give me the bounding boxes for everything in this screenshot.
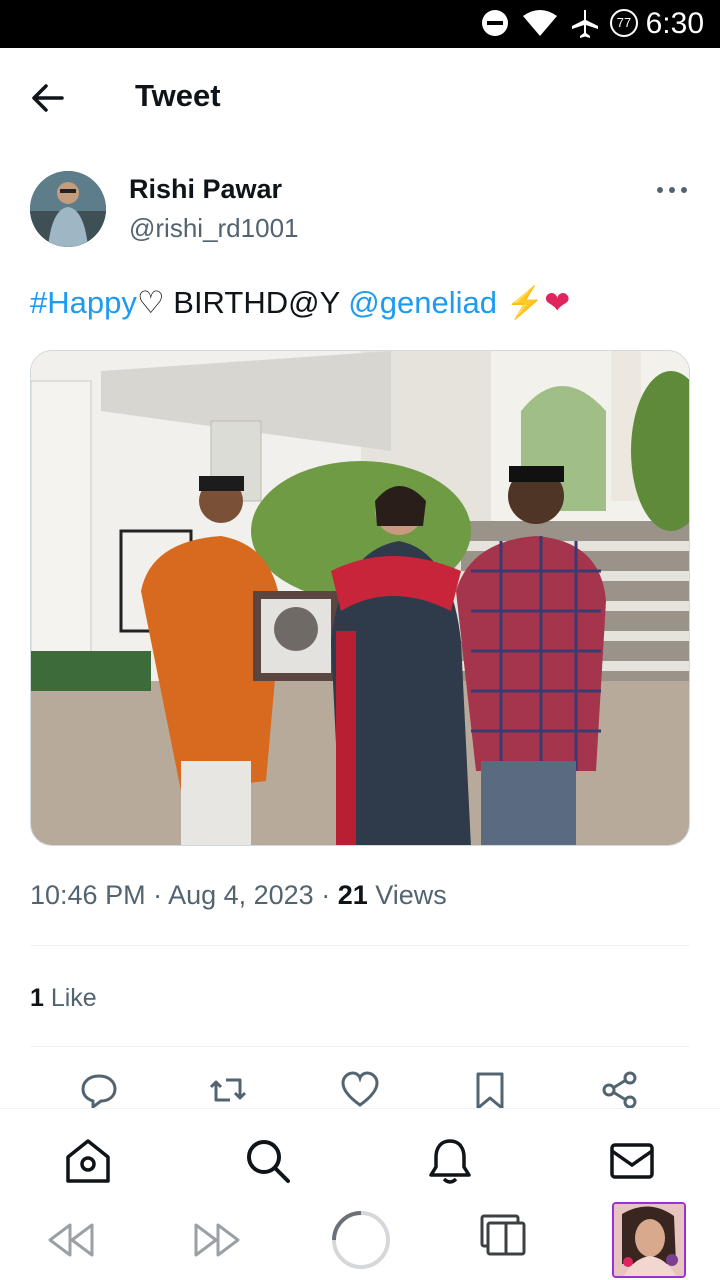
recent-app-thumbnail[interactable] (612, 1202, 686, 1278)
loading-spinner (332, 1211, 390, 1269)
like-icon[interactable] (340, 1070, 380, 1110)
likes-label: Like (43, 984, 97, 1012)
page-title: Tweet (135, 78, 221, 113)
likes-link[interactable]: 1 Like (30, 984, 97, 1013)
more-options-icon[interactable] (656, 183, 688, 197)
tweet-text-body: BIRTHD@Y (164, 285, 349, 320)
wifi-icon (523, 10, 557, 36)
battery-level: 77 (616, 15, 632, 30)
tweet-text: #Happy♡ BIRTHD@Y @geneliad ⚡❤ (30, 284, 570, 321)
mention-link[interactable]: @geneliad (348, 285, 497, 320)
notifications-icon[interactable] (426, 1137, 474, 1185)
author-name[interactable]: Rishi Pawar (129, 174, 282, 205)
tweet-photo[interactable] (30, 350, 690, 846)
likes-count: 1 (30, 984, 44, 1012)
fast-forward-icon[interactable] (192, 1221, 242, 1259)
messages-icon[interactable] (608, 1137, 656, 1185)
back-arrow-icon[interactable] (24, 76, 72, 120)
airplane-mode-icon (572, 10, 598, 38)
rewind-icon[interactable] (46, 1221, 96, 1259)
tweet-emoji: ⚡❤ (497, 285, 571, 320)
views-count: 21 (337, 880, 368, 910)
reply-icon[interactable] (79, 1070, 119, 1110)
thumbnail-image (614, 1204, 684, 1276)
tweet-meta: 10:46 PM · Aug 4, 2023 · 21 Views (30, 880, 447, 911)
share-icon[interactable] (600, 1070, 640, 1110)
do-not-disturb-icon (482, 10, 508, 36)
status-time: 6:30 (645, 7, 704, 40)
divider (30, 1046, 690, 1047)
views-label: Views (367, 880, 447, 910)
author-handle[interactable]: @rishi_rd1001 (129, 213, 298, 244)
divider (30, 945, 690, 946)
avatar-image (30, 171, 106, 247)
status-bar: 77 6:30 (0, 0, 720, 48)
tweet-timestamp: 10:46 PM · Aug 4, 2023 · (30, 880, 338, 910)
battery-icon: 77 (610, 9, 638, 37)
tweet-header: Tweet (0, 48, 720, 148)
tweet-text-heart: ♡ (136, 285, 165, 320)
multi-window-icon[interactable] (480, 1214, 526, 1256)
bottom-navigation (0, 1108, 720, 1209)
tweet-photo-image (31, 351, 689, 845)
retweet-icon[interactable] (208, 1070, 248, 1110)
bookmark-icon[interactable] (470, 1070, 510, 1110)
search-icon[interactable] (244, 1137, 292, 1185)
hashtag-link[interactable]: #Happy (30, 285, 137, 320)
avatar[interactable] (30, 171, 106, 247)
home-icon[interactable] (64, 1137, 112, 1185)
